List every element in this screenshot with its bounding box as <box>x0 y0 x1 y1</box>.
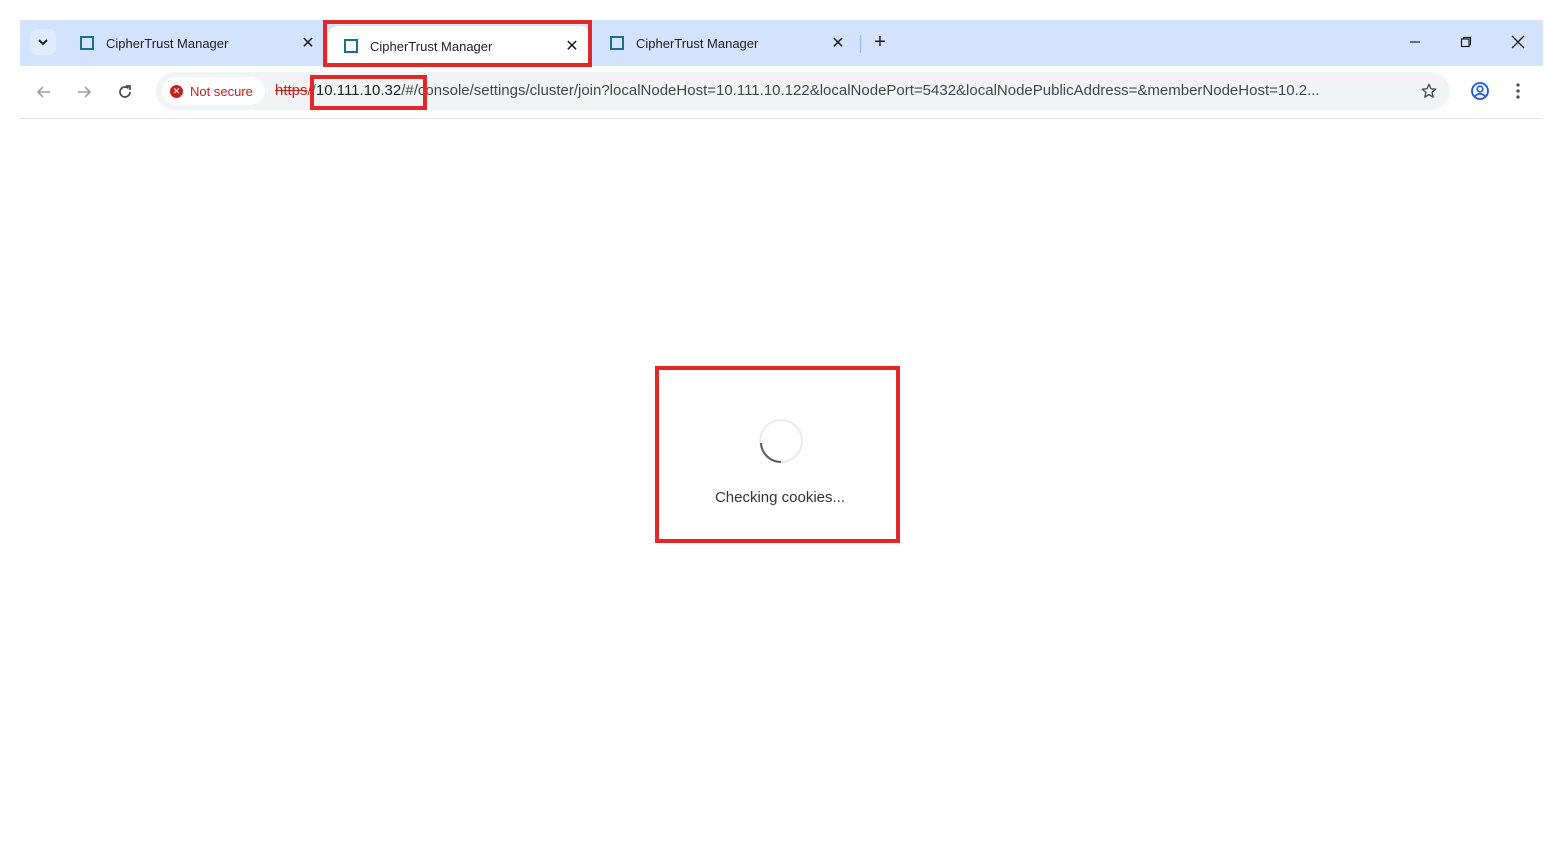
star-icon[interactable] <box>1418 80 1440 102</box>
tab-search-icon <box>38 39 48 46</box>
tab-search-button[interactable] <box>30 29 56 55</box>
forward-icon[interactable] <box>70 78 98 106</box>
security-chip[interactable]: ✕ Not secure <box>162 77 265 105</box>
tab-strip: CipherTrust Manager ✕ CipherTrust Manage… <box>20 20 1543 66</box>
restore-icon[interactable] <box>1446 28 1486 56</box>
back-icon[interactable] <box>30 78 58 106</box>
tab-title: CipherTrust Manager <box>106 35 229 51</box>
window-close-icon[interactable] <box>1498 28 1538 56</box>
tab-3[interactable]: CipherTrust Manager ✕ <box>594 20 856 66</box>
plus-icon[interactable]: + <box>868 30 892 54</box>
close-icon[interactable]: ✕ <box>828 33 848 53</box>
minimize-icon[interactable] <box>1395 28 1435 56</box>
toolbar: ✕ Not secure https//10.111.10.32/#/conso… <box>20 66 1543 119</box>
url-scheme: https <box>275 82 308 99</box>
not-secure-icon: ✕ <box>170 84 183 98</box>
favicon-icon <box>610 36 624 50</box>
reload-icon[interactable] <box>111 78 139 106</box>
favicon-icon <box>80 36 94 50</box>
menu-icon[interactable] <box>1506 77 1530 105</box>
profile-icon[interactable] <box>1466 77 1494 105</box>
tab-title: CipherTrust Manager <box>636 35 759 51</box>
highlight-active-tab <box>323 20 592 67</box>
close-icon[interactable]: ✕ <box>298 33 318 53</box>
status-text: Checking cookies... <box>714 489 846 506</box>
url-path: /#/console/settings/cluster/join?localNo… <box>401 82 1320 99</box>
highlight-url-host <box>310 75 427 110</box>
security-chip-label: Not secure <box>190 83 253 99</box>
url-text[interactable]: https//10.111.10.32/#/console/settings/c… <box>275 72 1395 110</box>
browser-window: CipherTrust Manager ✕ CipherTrust Manage… <box>20 20 1543 119</box>
tab-separator <box>860 35 861 53</box>
tab-1[interactable]: CipherTrust Manager ✕ <box>64 20 326 66</box>
spinner-icon <box>759 419 803 464</box>
